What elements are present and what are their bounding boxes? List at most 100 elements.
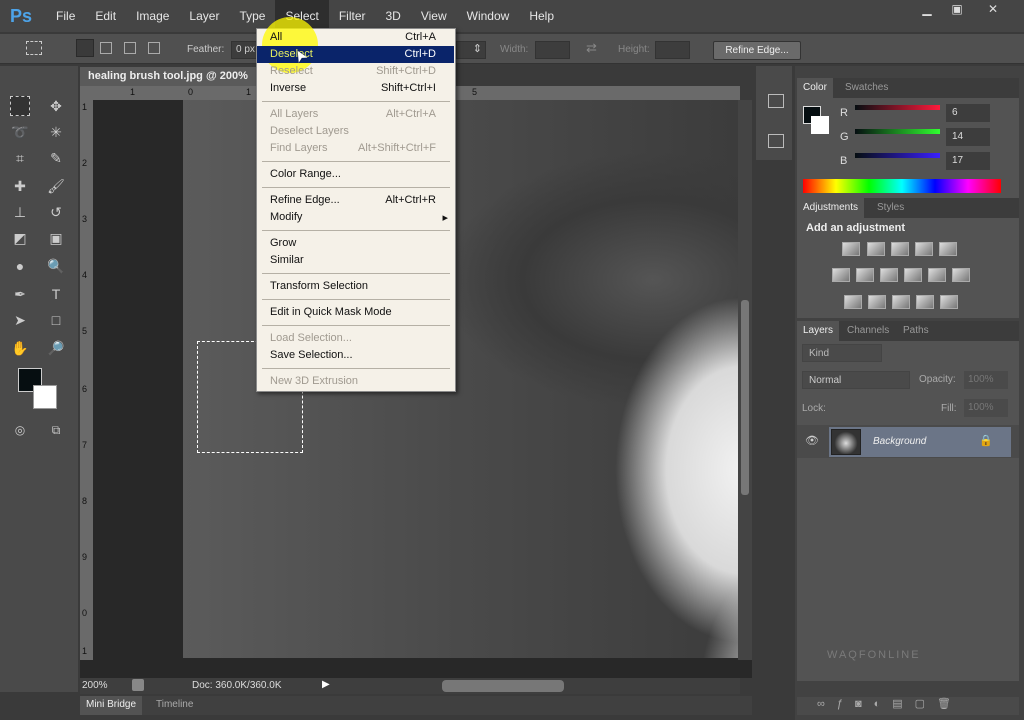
history-panel-icon[interactable]	[768, 94, 784, 108]
fill-input[interactable]: 100%	[964, 399, 1008, 417]
hand-tool-icon[interactable]: ✋	[10, 338, 30, 358]
menu-layer[interactable]: Layer	[179, 0, 229, 32]
menu-item-color-range[interactable]: Color Range...	[257, 166, 454, 183]
tab-timeline[interactable]: Timeline	[150, 696, 199, 715]
layer-row[interactable]: Background 🔒	[829, 427, 1011, 457]
menu-item-all[interactable]: All Ctrl+A	[257, 29, 454, 46]
marquee-preset-icon[interactable]	[26, 41, 42, 55]
green-slider[interactable]	[855, 129, 940, 134]
channel-mixer-icon[interactable]	[928, 268, 946, 282]
healing-brush-tool-icon[interactable]: ✚	[10, 176, 30, 196]
menu-item-deselect-layers[interactable]: Deselect Layers	[257, 123, 454, 140]
crop-tool-icon[interactable]: ⌗	[10, 148, 30, 168]
menu-item-all-layers[interactable]: All Layers Alt+Ctrl+A	[257, 106, 454, 123]
menu-item-save-selection[interactable]: Save Selection...	[257, 347, 454, 364]
minimize-button[interactable]: ▁	[914, 2, 940, 20]
swap-icon[interactable]: ⇄	[586, 40, 597, 56]
status-icon[interactable]	[132, 679, 144, 691]
type-tool-icon[interactable]: T	[46, 284, 66, 304]
red-value[interactable]: 6	[946, 104, 990, 122]
blue-slider[interactable]	[855, 153, 940, 158]
menu-image[interactable]: Image	[126, 0, 179, 32]
menu-item-new-3d-extrusion[interactable]: New 3D Extrusion	[257, 373, 454, 390]
intersect-selection-icon[interactable]	[148, 42, 160, 54]
gradient-map-icon[interactable]	[940, 295, 958, 309]
lock-icon[interactable]: 🔒	[979, 434, 993, 447]
restore-button[interactable]: ▣	[944, 2, 970, 20]
menu-item-reselect[interactable]: Reselect Shift+Ctrl+D	[257, 63, 454, 80]
magic-wand-tool-icon[interactable]: ✳	[46, 122, 66, 142]
style-select[interactable]: ⇕	[456, 41, 486, 59]
tab-adjustments[interactable]: Adjustments	[797, 198, 865, 218]
opacity-input[interactable]: 100%	[964, 371, 1008, 389]
subtract-selection-icon[interactable]	[124, 42, 136, 54]
brightness-contrast-icon[interactable]	[842, 242, 860, 256]
menu-edit[interactable]: Edit	[85, 0, 126, 32]
dodge-tool-icon[interactable]: 🔍	[46, 256, 66, 276]
posterize-icon[interactable]	[868, 295, 886, 309]
curves-icon[interactable]	[891, 242, 909, 256]
quick-mask-icon[interactable]: ◎	[10, 420, 30, 440]
status-menu-arrow-icon[interactable]: ▶	[322, 679, 330, 690]
eyedropper-tool-icon[interactable]: ✎	[46, 148, 66, 168]
tab-channels[interactable]: Channels	[841, 321, 895, 341]
close-button[interactable]: ✕	[980, 2, 1006, 20]
menu-item-similar[interactable]: Similar	[257, 252, 454, 269]
height-input[interactable]	[655, 41, 690, 59]
exposure-icon[interactable]	[915, 242, 933, 256]
blend-mode-select[interactable]: Normal	[802, 371, 910, 389]
menu-item-find-layers[interactable]: Find Layers Alt+Shift+Ctrl+F	[257, 140, 454, 157]
layer-actions-bar[interactable]: ∞ƒ◙◐▤▢🗑	[797, 697, 1019, 715]
color-lookup-icon[interactable]	[952, 268, 970, 282]
background-color-swatch[interactable]	[33, 385, 57, 409]
selective-color-icon[interactable]	[916, 295, 934, 309]
tab-swatches[interactable]: Swatches	[839, 78, 894, 98]
rect-marquee-tool-icon[interactable]	[10, 96, 30, 116]
properties-panel-icon[interactable]	[768, 134, 784, 148]
move-tool-icon[interactable]: ✥	[46, 96, 66, 116]
path-selection-tool-icon[interactable]: ➤	[10, 310, 30, 330]
tab-color[interactable]: Color	[797, 78, 833, 98]
threshold-icon[interactable]	[892, 295, 910, 309]
hue-saturation-icon[interactable]	[832, 268, 850, 282]
refine-edge-button[interactable]: Refine Edge...	[713, 41, 801, 60]
shape-tool-icon[interactable]: □	[46, 310, 66, 330]
screen-mode-icon[interactable]: ⧉	[46, 420, 66, 440]
menu-item-edit-in-quick-mask-mode[interactable]: Edit in Quick Mask Mode	[257, 304, 454, 321]
menu-item-transform-selection[interactable]: Transform Selection	[257, 278, 454, 295]
horizontal-scroll-thumb[interactable]	[442, 680, 564, 692]
tab-styles[interactable]: Styles	[871, 198, 910, 218]
blue-value[interactable]: 17	[946, 152, 990, 170]
red-slider[interactable]	[855, 105, 940, 110]
eye-icon[interactable]: 👁	[805, 434, 819, 447]
eraser-tool-icon[interactable]: ◩	[10, 228, 30, 248]
lasso-tool-icon[interactable]: ➰	[10, 122, 30, 142]
photo-filter-icon[interactable]	[904, 268, 922, 282]
tab-layers[interactable]: Layers	[797, 321, 840, 341]
tab-paths[interactable]: Paths	[897, 321, 935, 341]
layer-filter-select[interactable]: Kind	[802, 344, 882, 362]
menu-item-grow[interactable]: Grow	[257, 235, 454, 252]
pen-tool-icon[interactable]: ✒	[10, 284, 30, 304]
history-brush-tool-icon[interactable]: ↺	[46, 202, 66, 222]
menu-item-refine-edge[interactable]: Refine Edge... Alt+Ctrl+R	[257, 192, 454, 209]
tab-mini-bridge[interactable]: Mini Bridge	[80, 696, 143, 715]
menu-item-load-selection[interactable]: Load Selection...	[257, 330, 454, 347]
vertical-scroll-thumb[interactable]	[741, 300, 749, 495]
blur-tool-icon[interactable]: ●	[10, 256, 30, 276]
zoom-level[interactable]: 200%	[82, 680, 108, 691]
color-balance-icon[interactable]	[856, 268, 874, 282]
clone-stamp-tool-icon[interactable]: ⊥	[10, 202, 30, 222]
gradient-tool-icon[interactable]: ▣	[46, 228, 66, 248]
brush-tool-icon[interactable]: 🖌	[46, 176, 66, 196]
menu-item-inverse[interactable]: Inverse Shift+Ctrl+I	[257, 80, 454, 97]
menu-item-modify[interactable]: Modify ▸	[257, 209, 454, 226]
width-input[interactable]	[535, 41, 570, 59]
green-value[interactable]: 14	[946, 128, 990, 146]
color-spectrum[interactable]	[803, 179, 1001, 193]
background-color[interactable]	[811, 116, 829, 134]
vibrance-icon[interactable]	[939, 242, 957, 256]
menu-help[interactable]: Help	[519, 0, 564, 32]
menu-file[interactable]: File	[46, 0, 85, 32]
menu-window[interactable]: Window	[457, 0, 520, 32]
